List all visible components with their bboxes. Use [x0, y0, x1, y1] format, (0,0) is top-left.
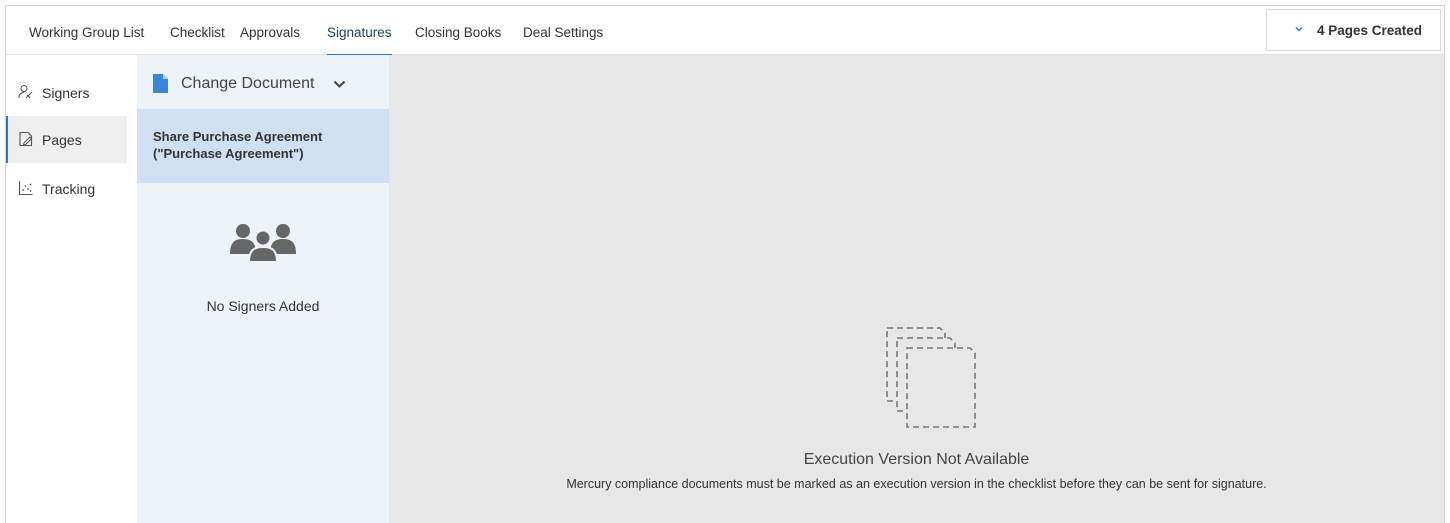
- empty-state-title: Execution Version Not Available: [803, 451, 1030, 468]
- selected-document-item[interactable]: Share Purchase Agreement ("Purchase Agre…: [137, 109, 389, 183]
- sidebar-item-tracking[interactable]: Tracking: [6, 165, 127, 212]
- tab-checklist[interactable]: Checklist: [170, 6, 225, 55]
- main-content: Execution Version Not Available Mercury …: [389, 55, 1444, 523]
- pages-edit-icon: [19, 131, 33, 147]
- no-signers-message: No Signers Added: [206, 298, 320, 314]
- app-frame: Working Group List Checklist Approvals S…: [5, 5, 1445, 523]
- tab-signatures-label: Signatures: [327, 25, 392, 40]
- signers-icon: [18, 84, 33, 99]
- sidebar-item-label: Signers: [42, 85, 90, 101]
- sidebar-item-label: Pages: [42, 132, 82, 148]
- left-sidebar: Signers Pages Tracking: [6, 55, 137, 523]
- file-icon: [153, 74, 168, 93]
- tab-deal-settings[interactable]: Deal Settings: [523, 6, 603, 55]
- sidebar-item-pages[interactable]: Pages: [6, 116, 127, 163]
- pages-created-dropdown[interactable]: 4 Pages Created: [1266, 9, 1441, 51]
- pages-created-label: 4 Pages Created: [1317, 23, 1423, 38]
- chevron-down-icon: [333, 80, 346, 88]
- document-panel: Change Document Share Purchase Agreement…: [137, 55, 389, 523]
- empty-state-description: Mercury compliance documents must be mar…: [566, 477, 1267, 491]
- tab-working-group-list[interactable]: Working Group List: [29, 6, 144, 55]
- stacked-pages-icon: [886, 327, 976, 428]
- chevron-down-icon: [1295, 26, 1303, 32]
- top-nav: Working Group List Checklist Approvals S…: [6, 6, 1444, 56]
- tab-closing-books[interactable]: Closing Books: [415, 6, 501, 55]
- signers-group-icon: [230, 224, 296, 263]
- tracking-chart-icon: [18, 181, 33, 196]
- change-document-dropdown[interactable]: Change Document: [137, 55, 389, 109]
- change-document-label: Change Document: [181, 75, 315, 92]
- tab-signatures[interactable]: Signatures: [327, 6, 392, 56]
- sidebar-item-label: Tracking: [42, 181, 96, 197]
- sidebar-item-signers[interactable]: Signers: [6, 69, 127, 116]
- tab-approvals[interactable]: Approvals: [240, 6, 300, 55]
